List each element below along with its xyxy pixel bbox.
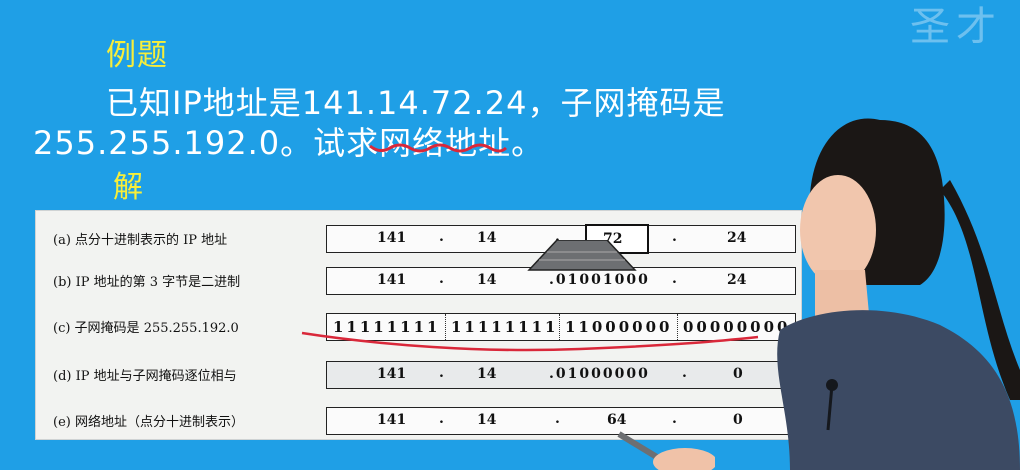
subnet-calculation-table: (a) 点分十进制表示的 IP 地址 141 . 14 . 72 . 24 (b… bbox=[35, 210, 802, 440]
byte-2: 14 bbox=[477, 412, 497, 428]
row-label: (b) IP 地址的第 3 字节是二进制 bbox=[53, 275, 241, 290]
byte-1: 141 bbox=[377, 230, 407, 246]
highlight-callout-shape bbox=[527, 240, 637, 271]
dot-separator: . bbox=[439, 411, 444, 427]
table-row: (a) 点分十进制表示的 IP 地址 141 . 14 . 72 . 24 bbox=[36, 221, 801, 255]
dot-separator: . bbox=[682, 365, 687, 381]
byte-1: 141 bbox=[377, 366, 407, 382]
byte-4: 24 bbox=[727, 230, 747, 246]
mask-underline-annotation bbox=[301, 331, 759, 352]
dot-separator: . bbox=[672, 229, 677, 245]
byte-4: 0 bbox=[733, 366, 743, 382]
byte-3-binary: .01000000 bbox=[549, 366, 650, 382]
byte-box: 141 . 14 . 64 . 0 bbox=[326, 407, 796, 435]
presenter-image bbox=[777, 118, 1020, 470]
byte-1: 141 bbox=[377, 412, 407, 428]
table-row: (d) IP 地址与子网掩码逐位相与 141 . 14 .01000000 . … bbox=[36, 357, 801, 391]
byte-4: 24 bbox=[727, 272, 747, 288]
row-label: (e) 网络地址（点分十进制表示） bbox=[53, 415, 244, 430]
dot-separator: . bbox=[439, 271, 444, 287]
byte-4: 0 bbox=[733, 412, 743, 428]
row-label: (d) IP 地址与子网掩码逐位相与 bbox=[53, 369, 237, 384]
underline-annotation bbox=[369, 143, 508, 153]
byte-2: 14 bbox=[477, 230, 497, 246]
byte-2: 14 bbox=[477, 272, 497, 288]
dot-separator: . bbox=[439, 229, 444, 245]
byte-1: 141 bbox=[377, 272, 407, 288]
row-label: (c) 子网掩码是 255.255.192.0 bbox=[53, 321, 239, 336]
answer-heading: 解 bbox=[113, 170, 144, 205]
example-heading: 例题 bbox=[106, 38, 168, 73]
byte-box: 141 . 14 .01000000 . 0 bbox=[326, 361, 796, 389]
question-line-2: 255.255.192.0。试求网络地址。 bbox=[33, 124, 545, 162]
byte-3-binary: .01001000 bbox=[549, 272, 650, 288]
dot-separator: . bbox=[672, 271, 677, 287]
dot-separator: . bbox=[555, 411, 560, 427]
row-label: (a) 点分十进制表示的 IP 地址 bbox=[53, 233, 228, 248]
table-row: (b) IP 地址的第 3 字节是二进制 141 . 14 .01001000 … bbox=[36, 263, 801, 297]
presenter-hand-with-pointer bbox=[617, 431, 715, 470]
byte-2: 14 bbox=[477, 366, 497, 382]
dot-separator: . bbox=[439, 365, 444, 381]
